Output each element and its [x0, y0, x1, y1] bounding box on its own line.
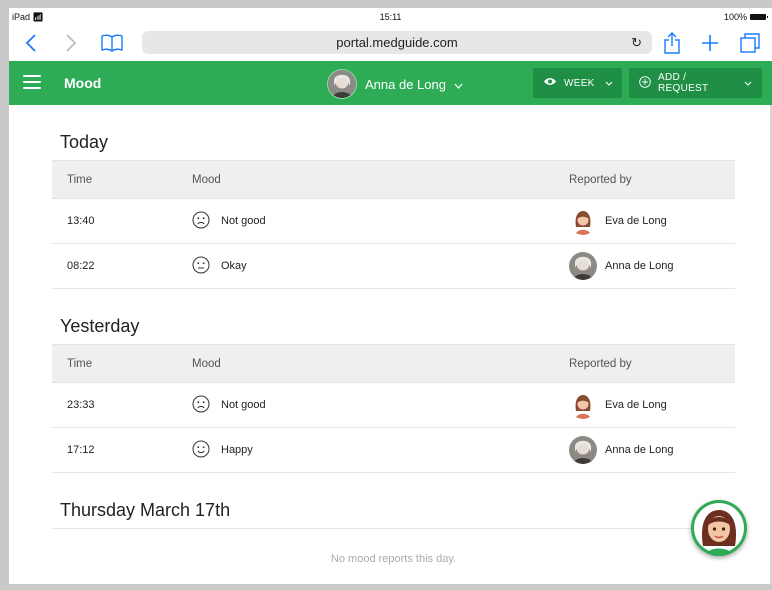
column-header-reported-by: Reported by: [569, 344, 735, 383]
column-header-mood: Mood: [192, 344, 569, 383]
new-tab-icon[interactable]: [699, 30, 721, 56]
page-title: Mood: [64, 75, 102, 91]
table-row[interactable]: 23:33 Not good Eva de Long: [52, 382, 735, 428]
table-row[interactable]: 08:22 Okay Anna de Long: [52, 243, 735, 289]
table-header: Time Mood Reported by: [52, 160, 735, 199]
avatar: [569, 391, 597, 419]
share-icon[interactable]: [661, 30, 683, 56]
row-time: 17:12: [52, 427, 192, 473]
column-header-time: Time: [52, 344, 192, 383]
reload-icon[interactable]: ↻: [631, 35, 642, 51]
mood-table-today: Time Mood Reported by 13:40 Not good Eva…: [52, 160, 735, 289]
happy-face-icon: [192, 440, 210, 461]
table-row[interactable]: 13:40 Not good Eva de Long: [52, 198, 735, 244]
avatar: [569, 207, 597, 235]
add-request-button[interactable]: ADD / REQUEST: [629, 68, 762, 98]
table-row[interactable]: 17:12 Happy Anna de Long: [52, 427, 735, 473]
eye-icon: [543, 77, 557, 89]
reporter-name: Anna de Long: [605, 260, 674, 272]
bookmarks-icon[interactable]: [99, 30, 125, 56]
address-bar[interactable]: portal.medguide.com ↻: [142, 31, 652, 54]
empty-state-text: No mood reports this day.: [52, 528, 735, 584]
avatar: [569, 252, 597, 280]
column-header-time: Time: [52, 160, 192, 199]
row-time: 13:40: [52, 198, 192, 244]
row-time: 08:22: [52, 243, 192, 289]
chevron-down-icon: [454, 77, 463, 92]
user-avatar: [327, 69, 357, 99]
sad-face-icon: [192, 211, 210, 232]
section-title-yesterday: Yesterday: [60, 316, 140, 336]
reporter-name: Eva de Long: [605, 399, 667, 411]
table-header: Time Mood Reported by: [52, 344, 735, 383]
battery-icon: [750, 14, 768, 20]
menu-icon[interactable]: [23, 75, 41, 89]
sad-face-icon: [192, 395, 210, 416]
browser-toolbar: portal.medguide.com ↻: [9, 25, 772, 61]
plus-circle-icon: [639, 75, 651, 91]
chevron-down-icon: [744, 78, 752, 89]
avatar: [569, 436, 597, 464]
mood-label: Not good: [221, 399, 266, 411]
back-icon[interactable]: [21, 30, 41, 56]
forward-icon[interactable]: [61, 30, 81, 56]
row-time: 23:33: [52, 382, 192, 428]
user-switcher[interactable]: Anna de Long: [327, 69, 463, 99]
user-name: Anna de Long: [365, 76, 446, 92]
battery-indicator: 100%: [724, 12, 768, 22]
mood-label: Not good: [221, 215, 266, 227]
column-header-reported-by: Reported by: [569, 160, 735, 199]
mood-log: Today Time Mood Reported by 13:40 Not go…: [52, 105, 735, 584]
section-title-thursday: Thursday March 17th: [60, 500, 231, 520]
assistant-avatar-button[interactable]: [691, 500, 747, 556]
url-text: portal.medguide.com: [336, 35, 458, 50]
mood-table-yesterday: Time Mood Reported by 23:33 Not good Eva…: [52, 344, 735, 473]
section-title-today: Today: [60, 132, 109, 152]
column-header-mood: Mood: [192, 160, 569, 199]
status-bar: iPad 📶︎ 15:11 100%: [9, 8, 772, 25]
reporter-name: Eva de Long: [605, 215, 667, 227]
neutral-face-icon: [192, 256, 210, 277]
week-view-button[interactable]: WEEK: [533, 68, 622, 98]
status-time: 15:11: [379, 12, 402, 22]
app-header: Mood Anna de Long WEEK ADD / REQUEST: [9, 61, 772, 105]
mood-label: Happy: [221, 444, 253, 456]
chevron-down-icon: [605, 78, 613, 89]
reporter-name: Anna de Long: [605, 444, 674, 456]
browser-window: iPad 📶︎ 15:11 100% portal.medguide.com ↻…: [9, 8, 772, 584]
tabs-icon[interactable]: [738, 30, 762, 56]
mood-label: Okay: [221, 260, 247, 272]
